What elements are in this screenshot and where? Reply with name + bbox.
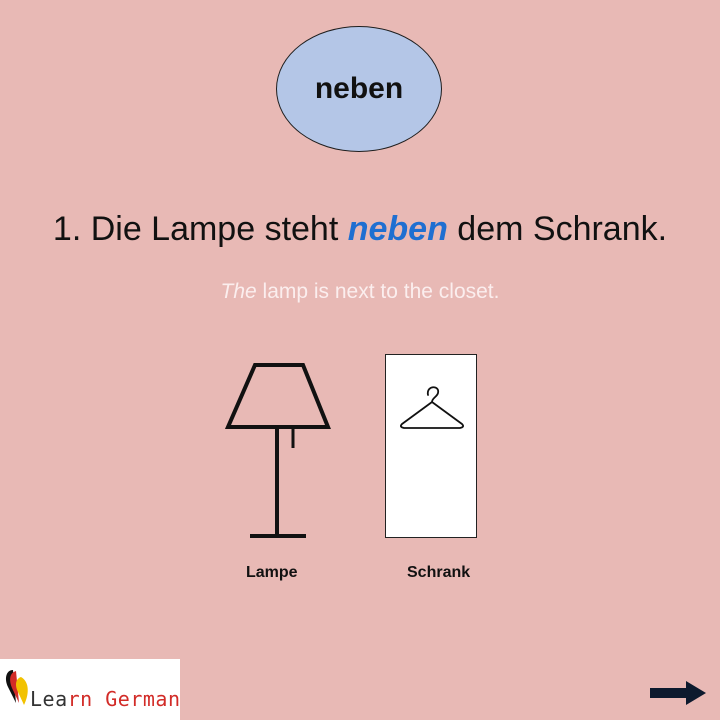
keyword-text: neben xyxy=(314,72,404,105)
arrow-right-icon[interactable] xyxy=(648,678,708,708)
logo-text: Learn German xyxy=(30,687,181,711)
wardrobe-label: Schrank xyxy=(407,564,471,581)
wardrobe-image xyxy=(385,354,477,538)
example-sentence: 1. Die Lampe steht neben dem Schrank. xyxy=(0,210,720,249)
sentence-preposition: neben xyxy=(347,210,448,248)
translation-rest: lamp is next to the closet. xyxy=(256,280,500,303)
english-translation: The lamp is next to the closet. xyxy=(0,280,720,304)
sentence-start: 1. Die Lampe steht xyxy=(52,210,348,248)
learn-german-logo: Learn German xyxy=(0,659,180,720)
hanger-icon xyxy=(399,386,465,429)
keyword-bubble: neben xyxy=(276,26,442,152)
translation-italic: The xyxy=(220,280,257,303)
sentence-end: dem Schrank. xyxy=(447,210,668,248)
lamp-label: Lampe xyxy=(246,564,298,581)
lamp-icon xyxy=(224,363,331,538)
